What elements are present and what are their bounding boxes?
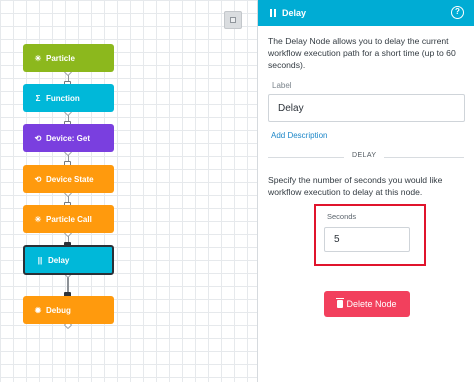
sigma-icon: Σ [35,93,41,103]
panel-header: Delay ? [258,0,474,26]
node-device-get[interactable]: ⟲ Device: Get [23,124,114,152]
workflow-canvas[interactable]: ✳ Particle Σ Function ⟲ Device: Get ⟲ De… [0,0,258,382]
node-label: Particle [46,53,75,63]
node-particle-call[interactable]: ✳ Particle Call [23,205,114,233]
node-label: Device: Get [46,133,91,143]
node-debug[interactable]: ✹ Debug [23,296,114,324]
panel-title: Delay [282,8,307,18]
section-title: DELAY [344,152,385,159]
delete-node-label: Delete Node [346,299,397,309]
node-label: Function [46,93,80,103]
seconds-instructions: Specify the number of seconds you would … [268,175,443,197]
add-description-link[interactable]: Add Description [271,131,327,140]
particle-icon: ✳ [34,53,42,63]
node-label: Device State [46,174,94,184]
node-function[interactable]: Σ Function [23,84,114,112]
label-input[interactable] [268,94,465,122]
debug-icon: ✹ [34,305,42,315]
node-particle[interactable]: ✳ Particle [23,44,114,72]
delete-node-button[interactable]: Delete Node [324,291,410,317]
pause-icon [270,9,276,17]
node-settings-panel: Delay ? The Delay Node allows you to del… [258,0,474,382]
particle-call-icon: ✳ [34,214,42,224]
node-label: Delay [48,255,70,265]
node-delay[interactable]: || Delay [23,245,114,275]
node-device-state[interactable]: ⟲ Device State [23,165,114,193]
trash-icon [336,298,345,308]
help-icon[interactable]: ? [451,6,464,19]
seconds-input[interactable] [324,227,410,252]
device-state-icon: ⟲ [34,174,42,184]
device-get-icon: ⟲ [34,133,42,143]
label-caption: Label [272,81,292,90]
node-label: Particle Call [46,214,92,224]
seconds-caption: Seconds [327,212,357,221]
fit-icon [230,17,236,23]
workflow-editor: ✳ Particle Σ Function ⟲ Device: Get ⟲ De… [0,0,474,382]
pause-icon: || [37,255,43,265]
canvas-fit-button[interactable] [224,11,242,29]
node-label: Debug [46,305,71,315]
node-description: The Delay Node allows you to delay the c… [268,36,456,70]
